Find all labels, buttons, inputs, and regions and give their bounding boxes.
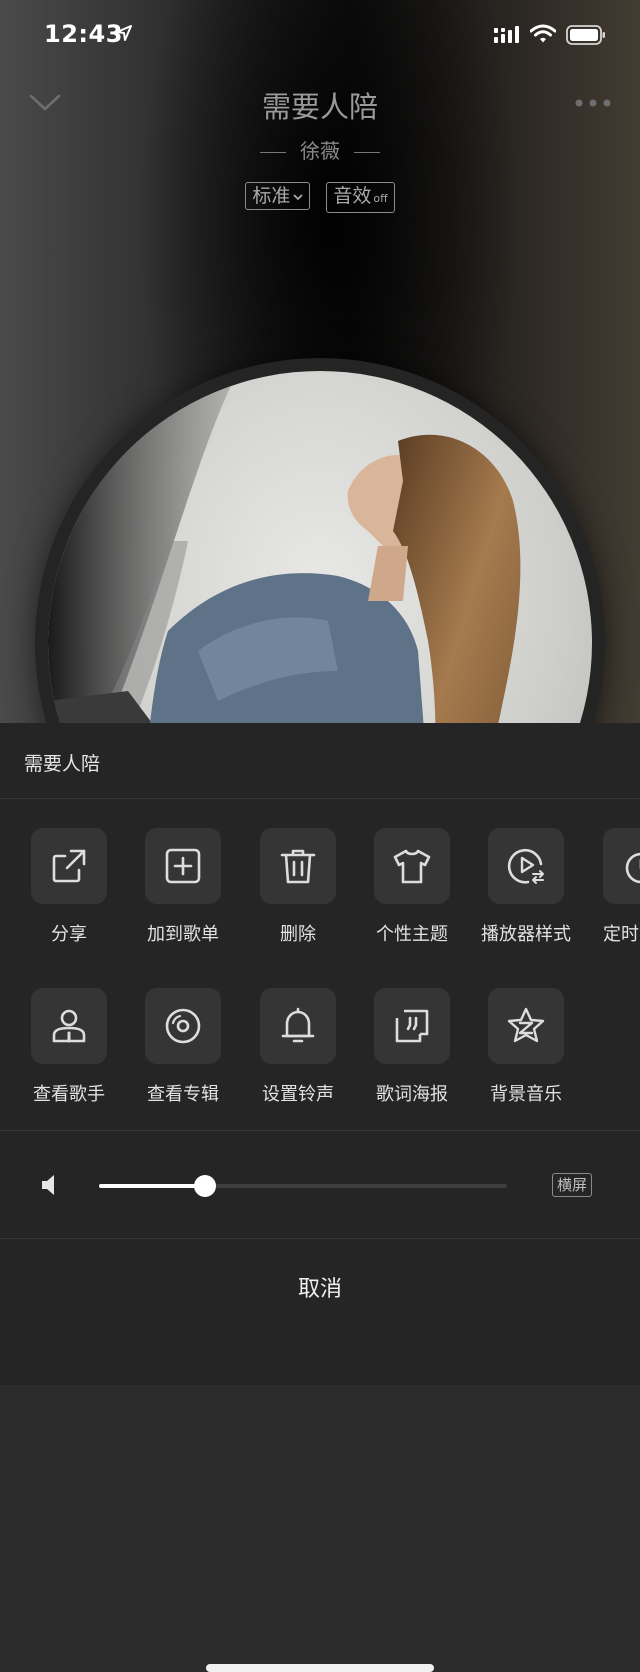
set-ringtone-label: 设置铃声 (262, 1084, 334, 1105)
timer-icon (625, 852, 640, 884)
quality-chip[interactable]: 标准 (245, 182, 311, 210)
theme-label: 个性主题 (376, 924, 448, 945)
artist-divider-right (354, 152, 380, 153)
theme-icon-box (374, 828, 450, 904)
delete-icon-box (260, 828, 336, 904)
artist-row[interactable]: 徐薇 (0, 135, 640, 164)
share-label: 分享 (51, 924, 87, 945)
view-singer-icon-box (31, 988, 107, 1064)
home-indicator (206, 1664, 434, 1672)
sheet-song-title: 需要人陪 (24, 753, 101, 775)
wifi-icon (530, 24, 556, 43)
singer-icon (52, 1009, 86, 1043)
lyrics-poster-icon-box (374, 988, 450, 1064)
sound-effect-label: 音效 (333, 185, 372, 207)
set-ringtone-icon-box (260, 988, 336, 1064)
background-music-label: 背景音乐 (490, 1084, 562, 1105)
landscape-button[interactable]: 横屏 (552, 1173, 593, 1197)
theme-action[interactable]: 个性主题 (355, 828, 469, 946)
view-album-icon-box (145, 988, 221, 1064)
timer-label: 定时 (603, 924, 639, 945)
view-album-action[interactable]: 查看专辑 (126, 988, 240, 1106)
delete-action[interactable]: 删除 (241, 828, 355, 946)
lyrics-poster-action[interactable]: 歌词海报 (355, 988, 469, 1106)
sound-effect-state: off (373, 192, 388, 205)
view-singer-label: 查看歌手 (33, 1084, 105, 1105)
background-music-action[interactable]: 背景音乐 (469, 988, 583, 1106)
add-to-playlist-label: 加到歌单 (147, 924, 219, 945)
background-music-icon-box (488, 988, 564, 1064)
sound-effect-chip[interactable]: 音效 off (326, 182, 395, 213)
view-singer-action[interactable]: 查看歌手 (12, 988, 126, 1106)
artist-divider-left (260, 152, 286, 153)
player-style-icon-box (488, 828, 564, 904)
chevron-down-icon (293, 193, 303, 200)
background-music-icon (507, 1007, 545, 1043)
add-to-playlist-icon (165, 848, 201, 884)
audio-chips: 标准 音效 off (0, 182, 640, 213)
volume-slider[interactable] (99, 1175, 507, 1197)
player-style-icon (507, 848, 544, 884)
tshirt-icon (393, 849, 431, 884)
location-arrow-icon (116, 25, 132, 41)
timer-action[interactable]: 定时 (603, 828, 640, 946)
quality-label: 标准 (252, 185, 291, 207)
artist-name[interactable]: 徐薇 (300, 139, 340, 163)
sheet-divider-top (0, 798, 640, 799)
song-title: 需要人陪 (261, 90, 378, 124)
view-album-label: 查看专辑 (147, 1084, 219, 1105)
player-style-label: 播放器样式 (481, 924, 571, 945)
share-icon (52, 849, 86, 883)
volume-slider-fill (99, 1184, 206, 1188)
trash-icon (280, 849, 316, 884)
timer-icon-box (603, 828, 640, 904)
lyrics-poster-label: 歌词海报 (376, 1084, 448, 1105)
timer-action-clip: 定时 (603, 828, 640, 968)
album-icon (165, 1008, 201, 1044)
volume-slider-thumb[interactable] (194, 1175, 217, 1197)
share-action[interactable]: 分享 (12, 828, 126, 946)
volume-icon[interactable] (40, 1174, 60, 1196)
status-bar: 12:43 (0, 0, 640, 70)
delete-label: 删除 (280, 924, 316, 945)
share-icon-box (31, 828, 107, 904)
sheet-divider-middle (0, 1130, 640, 1131)
lyrics-poster-icon (395, 1009, 429, 1043)
cancel-button[interactable]: 取消 (0, 1271, 640, 1303)
status-time: 12:43 (44, 20, 123, 48)
action-sheet: 需要人陪 分享 加到歌单 删除 个性主题 播放器样式 定时 查看歌手 查看专辑 … (0, 723, 640, 1672)
battery-icon (566, 25, 605, 45)
cellular-signal-icon (494, 26, 519, 43)
set-ringtone-action[interactable]: 设置铃声 (241, 988, 355, 1106)
bell-icon (281, 1007, 315, 1043)
player-style-action[interactable]: 播放器样式 (469, 828, 583, 946)
add-to-playlist-action[interactable]: 加到歌单 (126, 828, 240, 946)
add-to-playlist-icon-box (145, 828, 221, 904)
sheet-divider-bottom (0, 1238, 640, 1239)
